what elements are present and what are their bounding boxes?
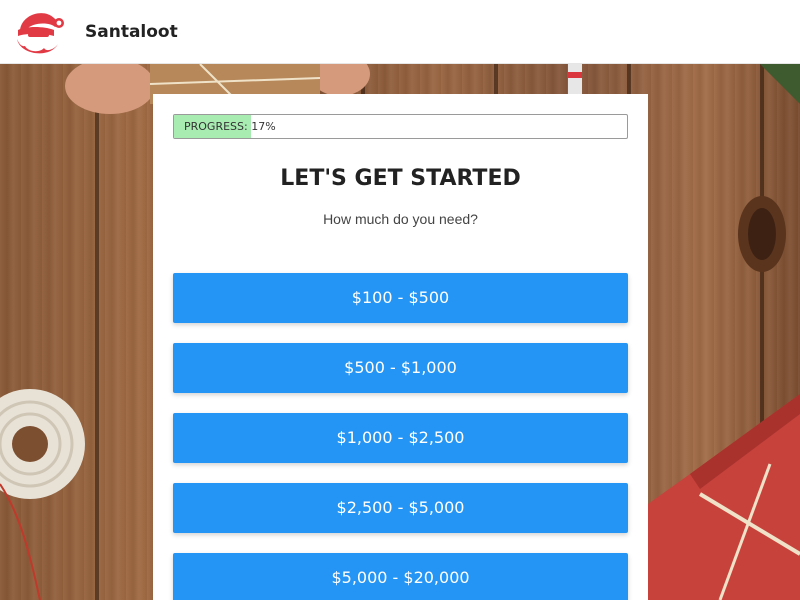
page-title: LET'S GET STARTED [280, 166, 521, 191]
option-2500-5000-button[interactable]: $2,500 - $5,000 [173, 483, 628, 533]
option-5000-20000-button[interactable]: $5,000 - $20,000 [173, 553, 628, 600]
santa-logo-icon[interactable] [14, 6, 66, 58]
site-header: Santaloot [0, 0, 800, 64]
question-text: How much do you need? [323, 211, 478, 227]
progress-bar: PROGRESS: 17% [173, 114, 628, 139]
brand-name[interactable]: Santaloot [85, 22, 178, 42]
option-1000-2500-button[interactable]: $1,000 - $2,500 [173, 413, 628, 463]
progress-label: PROGRESS: 17% [184, 120, 276, 133]
quiz-card: PROGRESS: 17% LET'S GET STARTED How much… [153, 94, 648, 600]
option-100-500-button[interactable]: $100 - $500 [173, 273, 628, 323]
option-500-1000-button[interactable]: $500 - $1,000 [173, 343, 628, 393]
amount-options: $100 - $500 $500 - $1,000 $1,000 - $2,50… [173, 273, 628, 600]
